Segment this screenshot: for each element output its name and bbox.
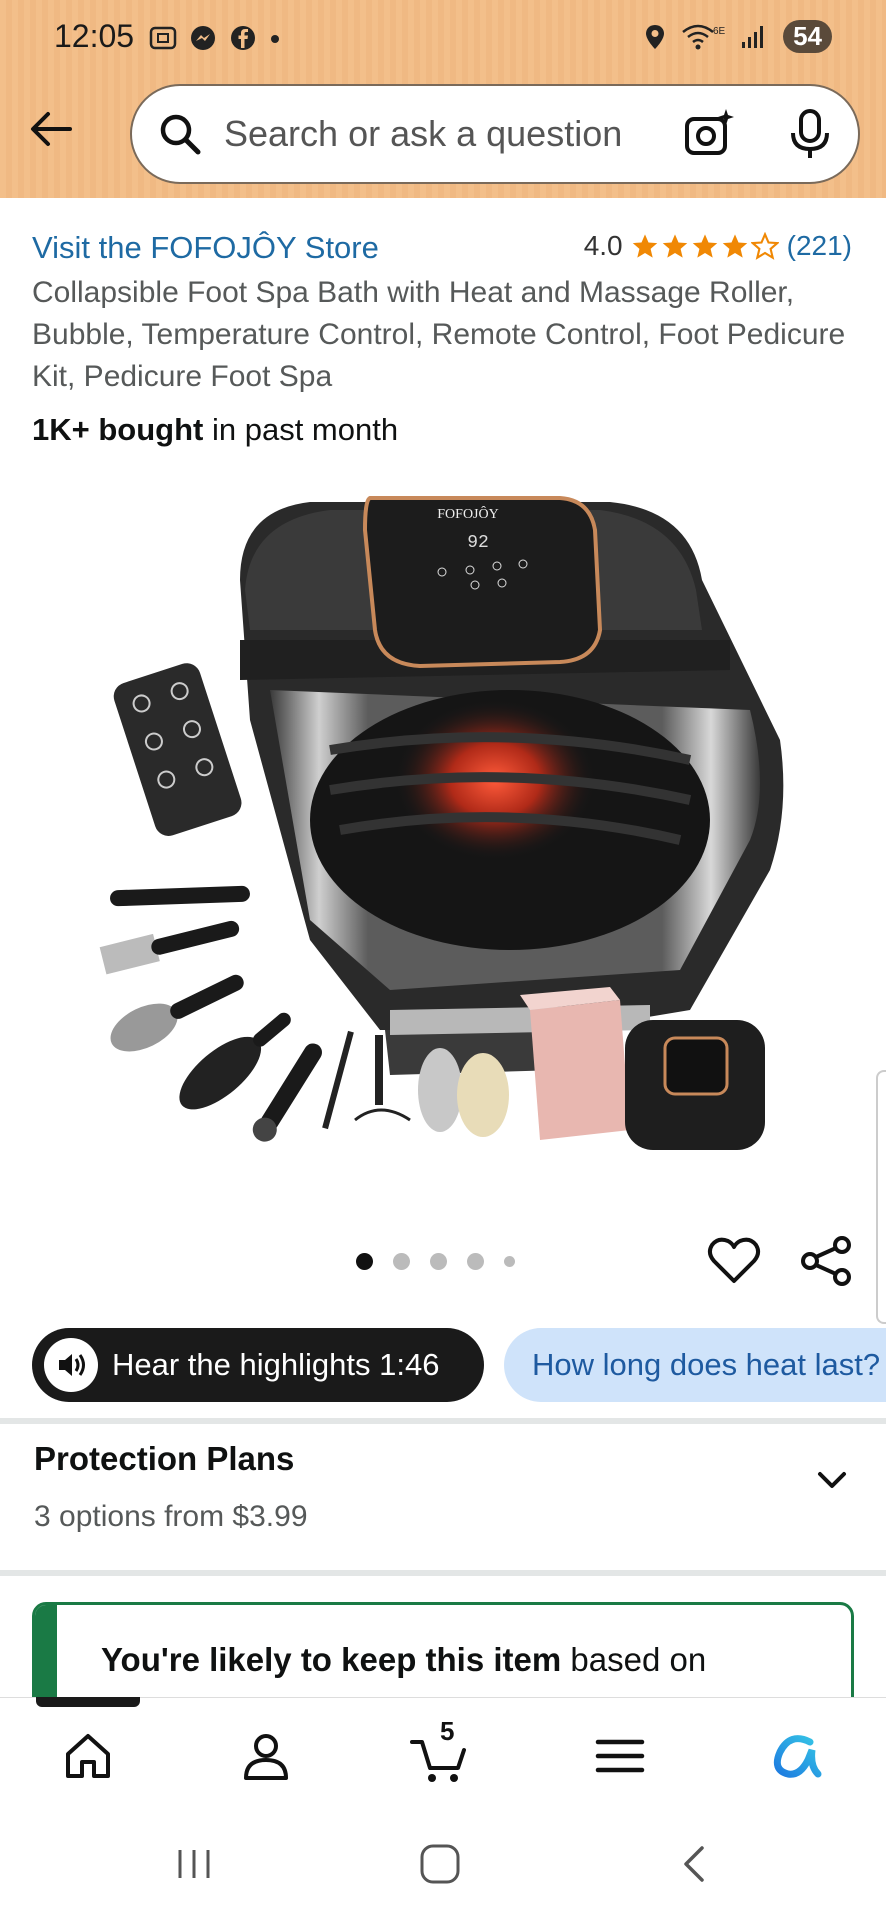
messenger-icon [191, 26, 215, 50]
nav-active-indicator [36, 1697, 140, 1707]
side-panel-handle[interactable] [876, 1070, 886, 1324]
star-full-icon [662, 234, 687, 258]
search-input[interactable]: Search or ask a question [224, 113, 622, 155]
rufus-icon[interactable] [770, 1728, 826, 1784]
bought-count: 1K+ bought in past month [32, 412, 398, 448]
carousel-indicator[interactable] [356, 1253, 515, 1270]
wifi-icon: 6E [682, 24, 725, 49]
location-icon [646, 24, 665, 49]
section-divider [0, 1418, 886, 1424]
network-label: 6E [713, 26, 725, 37]
back-arrow-icon[interactable] [26, 104, 76, 154]
product-title: Collapsible Foot Spa Bath with Heat and … [32, 276, 846, 393]
protection-plans-subtitle: 3 options from $3.99 [34, 1500, 308, 1533]
cart-icon[interactable] [410, 1728, 466, 1784]
keep-item-bold: You're likely to keep this item [101, 1641, 562, 1678]
panel-brand: FOFOJÔY [437, 505, 498, 522]
recent-apps-icon[interactable] [172, 1842, 216, 1886]
dot-icon [271, 35, 279, 43]
section-divider [0, 1570, 886, 1576]
rating-summary[interactable]: 4.0 (221) [584, 230, 852, 262]
product-image[interactable]: FOFOJÔY 92 [90, 490, 790, 1180]
star-full-icon [692, 234, 717, 258]
signal-icon [742, 25, 764, 48]
camera-lens-icon[interactable] [682, 107, 736, 161]
question-chip-label: How long does heat last? [532, 1347, 881, 1382]
search-bar[interactable]: Search or ask a question [130, 84, 860, 184]
menu-icon[interactable] [592, 1728, 648, 1784]
heart-icon[interactable] [706, 1233, 762, 1289]
keep-item-text: You're likely to keep this item based on [101, 1641, 706, 1679]
question-chip[interactable]: How long does heat last? [504, 1328, 886, 1402]
cart-count-badge: 5 [440, 1716, 455, 1746]
review-count[interactable]: (221) [787, 230, 852, 262]
account-icon[interactable] [238, 1728, 294, 1784]
carousel-dot[interactable] [430, 1253, 447, 1270]
search-icon [160, 114, 201, 155]
hear-highlights-button[interactable]: Hear the highlights 1:46 [32, 1328, 484, 1402]
status-time: 12:05 [54, 18, 135, 54]
star-full-icon [632, 234, 657, 258]
facebook-icon [231, 26, 255, 50]
status-system-icons: 6E 54 [643, 20, 832, 53]
screenshot-icon [149, 26, 177, 50]
home-icon[interactable] [60, 1728, 116, 1784]
chevron-down-icon[interactable] [814, 1462, 850, 1498]
carousel-dot-active[interactable] [356, 1253, 373, 1270]
system-back-icon[interactable] [672, 1842, 716, 1886]
star-full-icon [722, 234, 747, 258]
protection-plans-title[interactable]: Protection Plans [34, 1440, 294, 1478]
microphone-icon[interactable] [788, 107, 832, 161]
hear-highlights-label: Hear the highlights 1:46 [112, 1347, 440, 1382]
star-rating [631, 232, 779, 260]
status-notification-icons [148, 20, 282, 56]
bought-count-rest: in past month [203, 412, 399, 447]
home-button-icon[interactable] [418, 1842, 462, 1886]
panel-display: 92 [467, 533, 489, 553]
carousel-dot[interactable] [504, 1256, 515, 1267]
audio-icon [44, 1338, 98, 1392]
store-link[interactable]: Visit the FOFOJÔY Store [32, 230, 379, 266]
battery-indicator: 54 [783, 20, 832, 53]
share-icon[interactable] [798, 1233, 854, 1289]
keep-item-rest: based on [561, 1641, 707, 1678]
rating-value: 4.0 [583, 230, 623, 261]
star-empty-icon [750, 232, 779, 260]
carousel-dot[interactable] [393, 1253, 410, 1270]
bought-count-bold: 1K+ bought [32, 412, 204, 447]
carousel-dot[interactable] [467, 1253, 484, 1270]
